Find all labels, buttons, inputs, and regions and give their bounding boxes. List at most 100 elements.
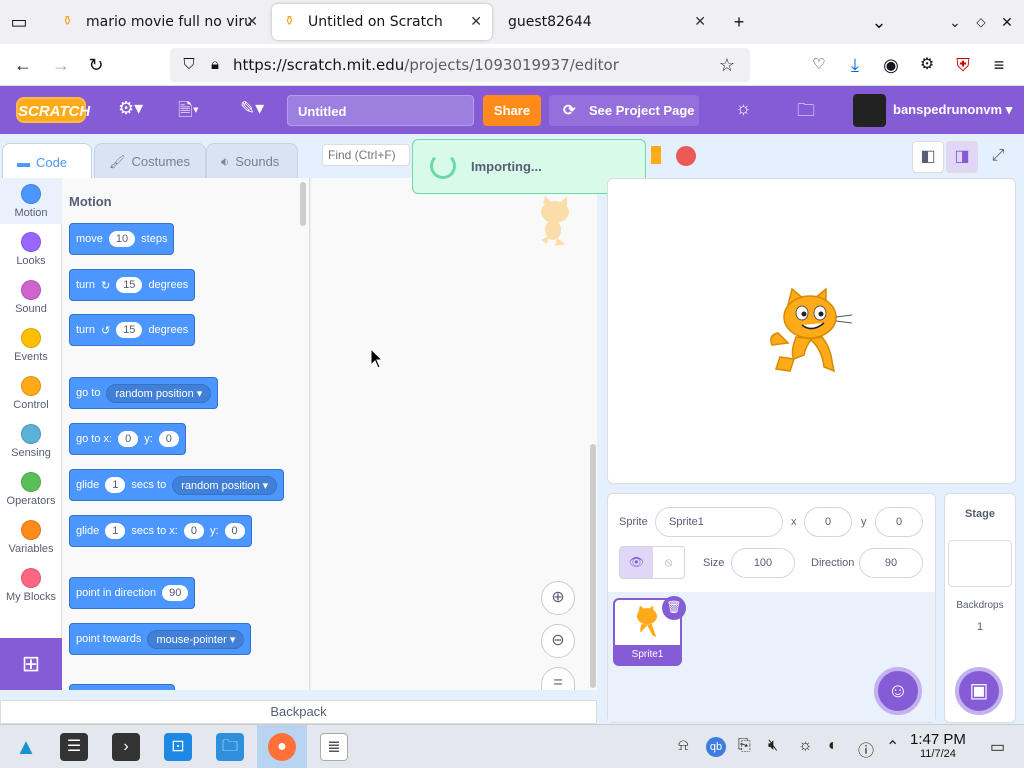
- pocket-icon[interactable]: ♡: [808, 54, 830, 76]
- add-extension-button[interactable]: ⊞: [0, 638, 62, 690]
- goto-target-dropdown[interactable]: random position ▾: [106, 383, 212, 403]
- y-input[interactable]: 0: [158, 431, 179, 447]
- my-stuff-folder-icon[interactable]: 🗀: [797, 98, 815, 128]
- terminal-icon[interactable]: ›: [112, 733, 140, 761]
- degrees-input[interactable]: 15: [116, 322, 143, 338]
- file-menu-icon[interactable]: 🗎︎▾: [178, 98, 199, 128]
- category-control[interactable]: Control: [0, 376, 62, 411]
- category-motion[interactable]: Motion: [0, 178, 62, 224]
- share-button[interactable]: Share: [483, 95, 541, 126]
- firefox-icon[interactable]: ●: [268, 733, 296, 761]
- palette-scrollbar[interactable]: [300, 182, 306, 226]
- choose-sprite-button[interactable]: ☺: [874, 667, 922, 715]
- tab-sounds[interactable]: 🔉︎ Sounds: [206, 143, 298, 179]
- new-tab-icon[interactable]: +: [728, 11, 750, 33]
- see-project-page-button[interactable]: ⟳ See Project Page: [549, 95, 699, 126]
- show-desktop-icon[interactable]: ▭: [990, 737, 1005, 757]
- forward-icon[interactable]: →: [50, 54, 72, 76]
- small-stage-button[interactable]: ◧: [912, 141, 944, 173]
- green-flag-icon[interactable]: [651, 146, 661, 164]
- category-sound[interactable]: Sound: [0, 280, 62, 315]
- tab-costumes[interactable]: 🖌︎ Costumes: [94, 143, 206, 179]
- steps-input[interactable]: 10: [108, 231, 136, 247]
- delete-sprite-icon[interactable]: 🗑︎: [662, 596, 686, 620]
- discover-store-icon[interactable]: ⊡: [164, 733, 192, 761]
- x-input[interactable]: 0: [183, 523, 204, 539]
- system-clock[interactable]: 1:47 PM 11/7/24: [910, 731, 966, 760]
- account-icon[interactable]: ◉: [880, 54, 902, 76]
- brightness-icon[interactable]: ☼: [798, 737, 813, 755]
- extensions-icon[interactable]: ⚙: [916, 54, 938, 76]
- sprite-name-input[interactable]: Sprite1: [655, 507, 783, 537]
- project-title-input[interactable]: Untitled: [287, 95, 474, 126]
- maximize-icon[interactable]: ◇: [970, 11, 992, 33]
- close-window-icon[interactable]: ✕: [996, 11, 1018, 33]
- scratch-logo[interactable]: SCRATCH: [16, 97, 90, 123]
- tab-code[interactable]: ▬ Code: [2, 143, 92, 181]
- category-looks[interactable]: Looks: [0, 232, 62, 267]
- category-variables[interactable]: Variables: [0, 520, 62, 555]
- zoom-out-button[interactable]: ⊖: [541, 624, 575, 658]
- glide-to-xy-block[interactable]: glide 1 secs to x: 0 y: 0: [69, 515, 252, 547]
- zoom-in-button[interactable]: ⊕: [541, 581, 575, 615]
- clipboard-icon[interactable]: ⎘: [738, 737, 751, 755]
- size-input[interactable]: 100: [731, 548, 795, 578]
- back-icon[interactable]: ←: [12, 54, 34, 76]
- volume-muted-icon[interactable]: 🔇︎: [768, 737, 778, 755]
- browser-tab-2[interactable]: ⚱ Untitled on Scratch ✕: [272, 4, 492, 40]
- browser-tab-3[interactable]: guest82644 ✕: [496, 4, 716, 40]
- username-menu[interactable]: banspedrunonvm ▾: [893, 102, 1012, 118]
- point-in-direction-block[interactable]: point in direction 90: [69, 577, 196, 609]
- secs-input[interactable]: 1: [105, 523, 126, 539]
- shield-icon[interactable]: ⛉: [178, 54, 200, 76]
- minimize-icon[interactable]: ⌄: [944, 11, 966, 33]
- qbittorrent-icon[interactable]: qb: [706, 737, 726, 757]
- category-my-blocks[interactable]: My Blocks: [0, 568, 62, 603]
- degrees-input[interactable]: 15: [116, 277, 143, 293]
- normal-stage-button[interactable]: ◨: [946, 141, 978, 173]
- ublock-icon[interactable]: ⛨: [952, 54, 974, 76]
- notifications-icon[interactable]: ⍾: [678, 737, 689, 755]
- hide-eye-icon[interactable]: ⦸: [653, 547, 684, 578]
- glide-to-block[interactable]: glide 1 secs to random position ▾: [69, 469, 285, 501]
- settings-sliders-icon[interactable]: ☰: [60, 733, 88, 761]
- x-input[interactable]: 0: [118, 431, 139, 447]
- direction-input[interactable]: 90: [859, 548, 923, 578]
- point-towards-block[interactable]: point towards mouse-pointer ▾: [69, 623, 252, 655]
- find-input[interactable]: Find (Ctrl+F): [322, 144, 410, 166]
- direction-input[interactable]: 90: [162, 585, 189, 601]
- workspace-scrollbar[interactable]: [590, 444, 596, 688]
- file-manager-icon[interactable]: 🗀: [216, 733, 244, 761]
- edit-menu-icon[interactable]: ✎▾: [240, 98, 264, 119]
- x-input[interactable]: 0: [804, 507, 852, 537]
- turn-right-block[interactable]: turn ↻ 15 degrees: [69, 269, 196, 301]
- stop-icon[interactable]: [676, 146, 696, 166]
- y-input[interactable]: 0: [224, 523, 245, 539]
- settings-gear-icon[interactable]: ⚙▾: [118, 98, 143, 119]
- go-to-block[interactable]: go to random position ▾: [69, 377, 219, 409]
- arch-launcher-icon[interactable]: ▲: [12, 733, 40, 761]
- partial-block[interactable]: [69, 684, 175, 690]
- show-eye-icon[interactable]: 👁︎: [620, 547, 653, 578]
- tab-overview-icon[interactable]: ▭: [8, 11, 30, 33]
- category-operators[interactable]: Operators: [0, 472, 62, 507]
- bookmark-star-icon[interactable]: ☆: [716, 54, 738, 76]
- text-editor-icon[interactable]: ≣: [320, 733, 348, 761]
- turn-left-block[interactable]: turn ↺ 15 degrees: [69, 314, 196, 346]
- avatar[interactable]: [853, 94, 886, 127]
- choose-backdrop-button[interactable]: ▣: [955, 667, 1003, 715]
- backdrop-thumbnail[interactable]: [948, 540, 1012, 587]
- theme-lightbulb-icon[interactable]: ☼: [735, 98, 752, 119]
- glide-target-dropdown[interactable]: random position ▾: [172, 475, 278, 495]
- move-steps-block[interactable]: move 10 steps: [69, 223, 175, 255]
- app-menu-icon[interactable]: ≡: [988, 54, 1010, 76]
- close-tab-icon[interactable]: ✕: [246, 14, 258, 30]
- reload-icon[interactable]: ↻: [85, 54, 107, 76]
- close-tab-icon[interactable]: ✕: [694, 14, 706, 30]
- backpack-header[interactable]: Backpack: [0, 700, 597, 724]
- go-to-xy-block[interactable]: go to x: 0 y: 0: [69, 423, 186, 455]
- secs-input[interactable]: 1: [105, 477, 126, 493]
- help-icon[interactable]: ⓘ: [858, 737, 874, 761]
- fullscreen-icon[interactable]: ⤢: [982, 141, 1014, 173]
- downloads-icon[interactable]: ⤓: [844, 54, 866, 76]
